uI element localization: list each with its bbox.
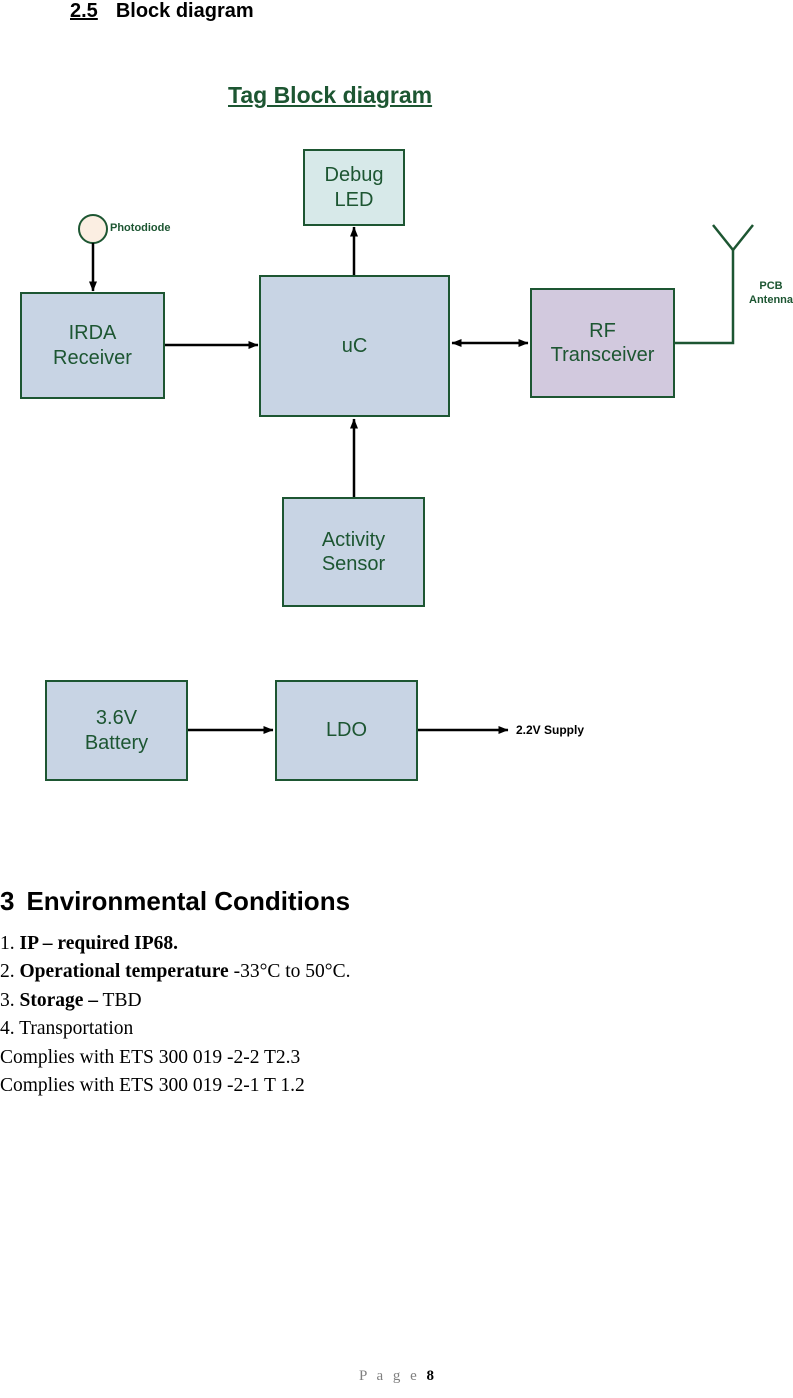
pcb-antenna-label: PCB Antenna <box>741 280 793 308</box>
list-item-rest: Transportation <box>19 1018 134 1040</box>
block-diagram: Tag Block diagram IRDA Receiver uC Debug… <box>0 0 793 860</box>
list-item-number: 4. <box>0 1018 15 1040</box>
list-item-rest: -33°C to 50°C. <box>228 961 351 983</box>
list-item-bold: IP – required IP68. <box>19 933 179 954</box>
antenna-feed-line <box>675 250 735 345</box>
block-irda-receiver[interactable]: IRDA Receiver <box>20 292 165 399</box>
page-footer-word: P a g e <box>358 1368 427 1384</box>
list-item-number: 2. <box>0 961 15 983</box>
block-debug-led[interactable]: Debug LED <box>303 149 405 226</box>
list-item-bold: Storage – <box>19 989 99 1011</box>
list-item-number: 1. <box>0 933 15 954</box>
page-footer-number: 8 <box>426 1368 435 1384</box>
photodiode-icon <box>78 214 108 244</box>
list-item: 1. IP – required IP68. <box>0 930 700 958</box>
page-footer: P a g e 8 <box>0 1368 793 1385</box>
list-item-bold: Operational temperature <box>19 961 229 983</box>
pcb-antenna-label-line2: Antenna <box>749 293 793 306</box>
list-item-rest: TBD <box>98 989 142 1011</box>
block-battery[interactable]: 3.6V Battery <box>45 680 188 781</box>
block-uc-label: uC <box>341 334 368 357</box>
pcb-antenna-label-line1: PCB <box>759 280 783 292</box>
block-debug-led-label: Debug LED <box>324 164 384 211</box>
supply-voltage-label: 2.2V Supply <box>516 723 585 737</box>
block-ldo[interactable]: LDO <box>275 680 418 781</box>
environmental-heading: 3 Environmental Conditions <box>0 886 350 917</box>
environmental-heading-title: Environmental Conditions <box>26 886 351 916</box>
block-battery-label: 3.6V Battery <box>84 707 149 754</box>
pcb-antenna-icon <box>712 224 754 253</box>
block-activity-sensor[interactable]: Activity Sensor <box>282 497 425 607</box>
list-item-number: 3. <box>0 989 15 1011</box>
block-activity-sensor-label: Activity Sensor <box>321 528 386 575</box>
environmental-heading-number: 3 <box>0 886 15 916</box>
block-irda-receiver-label: IRDA Receiver <box>53 322 132 369</box>
photodiode-label: Photodiode <box>110 222 171 234</box>
compliance-note: Complies with ETS 300 019 -2-2 T2.3 <box>0 1046 301 1068</box>
list-item: 2. Operational temperature -33°C to 50°C… <box>0 958 700 986</box>
block-uc[interactable]: uC <box>259 275 450 417</box>
list-item: 4. Transportation <box>0 1015 700 1043</box>
compliance-note: Complies with ETS 300 019 -2-1 T 1.2 <box>0 1075 305 1097</box>
list-item: 3. Storage – TBD <box>0 987 700 1015</box>
environmental-list: 1. IP – required IP68. 2. Operational te… <box>0 930 700 1101</box>
block-rf-transceiver[interactable]: RF Transceiver <box>530 288 675 398</box>
block-rf-transceiver-label: RF Transceiver <box>550 319 655 366</box>
block-ldo-label: LDO <box>325 719 368 742</box>
